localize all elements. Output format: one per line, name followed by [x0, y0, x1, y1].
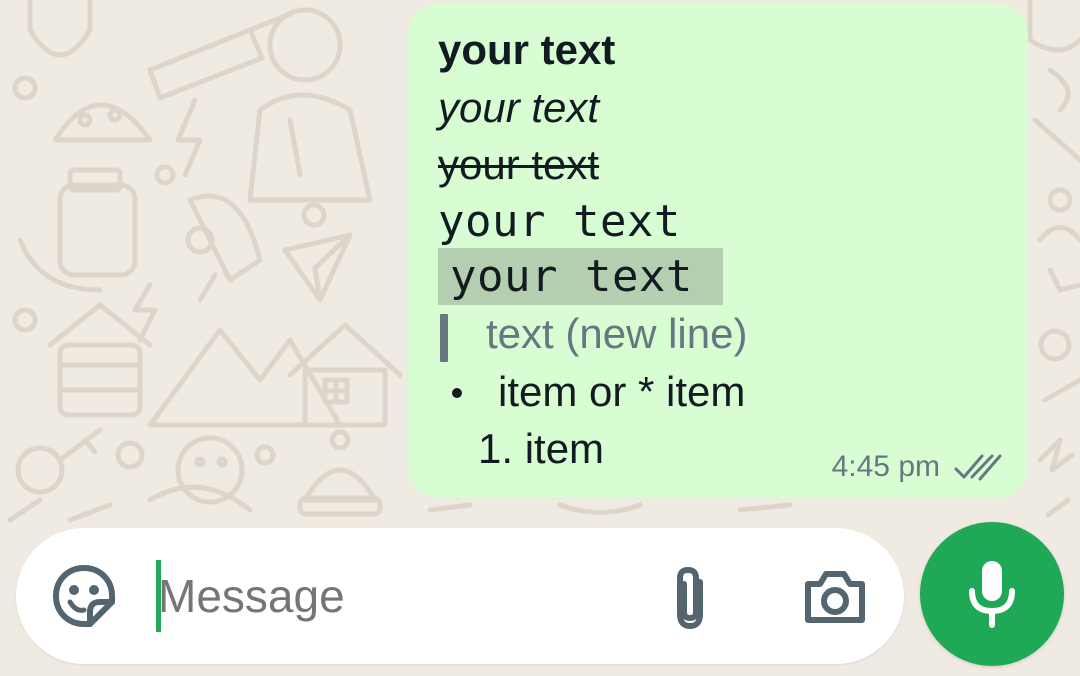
bullet-list-item: item or * item	[498, 368, 746, 415]
quote-text: text (new line)	[486, 310, 748, 357]
sticker-icon[interactable]	[50, 562, 118, 630]
bold-text: your text	[438, 26, 616, 73]
monospace-text: your text	[438, 196, 681, 247]
inline-code-text: your text	[438, 248, 723, 305]
message-input[interactable]	[158, 568, 638, 624]
strikethrough-text: your text	[438, 141, 600, 188]
message-time: 4:45 pm	[831, 450, 940, 483]
message-composer	[16, 528, 904, 664]
double-check-icon	[954, 454, 1002, 481]
paperclip-icon[interactable]	[664, 564, 716, 632]
mic-icon	[969, 561, 1015, 628]
numbered-list-item: 1. item	[478, 425, 605, 472]
italic-text: your text	[438, 84, 600, 131]
outgoing-message-bubble[interactable]: your text your text your text your text …	[408, 4, 1028, 498]
message-meta: 4:45 pm	[832, 450, 1002, 484]
camera-icon[interactable]	[802, 566, 868, 626]
bullet-point	[452, 388, 462, 398]
quote-bar	[440, 314, 448, 362]
voice-record-button[interactable]	[920, 522, 1064, 666]
